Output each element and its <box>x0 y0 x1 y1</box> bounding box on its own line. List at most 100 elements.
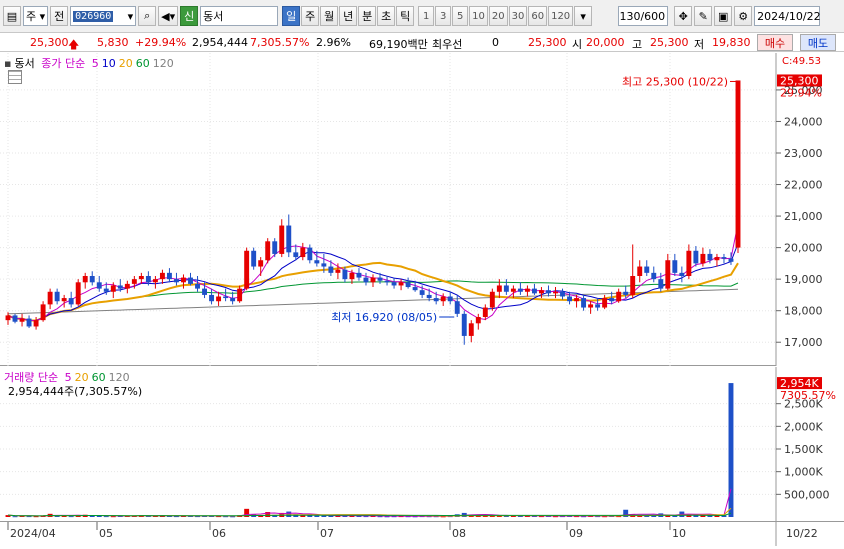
candle-body <box>728 258 734 262</box>
candle-body <box>623 291 629 295</box>
scope-button[interactable]: 전 <box>50 6 69 26</box>
candle-body <box>609 298 615 302</box>
legend-ma-120: 120 <box>152 57 174 70</box>
draw-icon[interactable]: ✎ <box>694 6 713 26</box>
save-icon[interactable]: ▣ <box>714 6 733 26</box>
candle-body <box>419 290 425 295</box>
code-input[interactable]: 026960 ▾ <box>70 6 137 26</box>
buy-button[interactable]: 매수 <box>757 34 793 51</box>
candle-body <box>110 285 116 292</box>
time-label: 08 <box>452 527 466 540</box>
candle-body <box>574 298 580 302</box>
price-tick-label: 20,000 <box>784 242 823 255</box>
period-tab-1[interactable]: 주 <box>301 6 320 26</box>
time-label: 05 <box>99 527 113 540</box>
candle-body <box>517 288 523 292</box>
period-tab-6[interactable]: 틱 <box>396 6 415 26</box>
count-value: 130 <box>619 9 641 23</box>
candle-body <box>307 247 313 261</box>
market-select[interactable]: 주 ▾ <box>23 6 49 26</box>
legend-ma-20: 20 <box>118 57 133 70</box>
period-tab-2[interactable]: 월 <box>320 6 339 26</box>
low-value: 19,830 <box>712 36 751 49</box>
time-label: 07 <box>320 527 334 540</box>
toolbar: ▤ 주 ▾ 전 026960 ▾ ⌕ ◀▾ 신 동서 일주월년분초틱 1 3 5 10 2… <box>0 0 844 33</box>
period-tab-0[interactable]: 일 <box>282 6 301 26</box>
candle-body <box>496 285 502 292</box>
candle-body <box>581 298 587 308</box>
candle-body <box>209 294 215 302</box>
sell-button[interactable]: 매도 <box>800 34 836 51</box>
price-panel[interactable]: 25,000 24,000 23,000 22,000 21,000 20,000 19,0… <box>0 53 844 366</box>
minute-button-20[interactable]: 20 <box>488 6 508 26</box>
search-icon[interactable]: ⌕ <box>138 6 157 26</box>
candle-body <box>5 315 11 321</box>
minute-button-120[interactable]: 120 <box>548 6 574 26</box>
period-tab-3[interactable]: 년 <box>339 6 358 26</box>
volume-bar <box>110 516 116 518</box>
count-total: /600 <box>640 9 666 23</box>
candle-body <box>616 291 622 302</box>
tools-icon[interactable]: ✥ <box>674 6 693 26</box>
candle-body <box>103 288 109 292</box>
vol-ma5-line <box>7 488 732 517</box>
time-label: 2024/04 <box>10 527 56 540</box>
candle-body <box>447 296 453 302</box>
layout-icon[interactable]: ▤ <box>3 6 21 26</box>
volume-value-label: 2,954,444주(7,305.57%) <box>8 385 143 398</box>
vol-tick-label: 1,500K <box>784 443 823 456</box>
volume-panel[interactable]: 2,500K 2,000K 1,500K 1,000K 500,000 2,954K 730… <box>0 367 844 521</box>
candle-body <box>349 272 355 280</box>
grid-icon[interactable] <box>8 70 22 84</box>
vol-tick-label: 1,000K <box>784 466 823 479</box>
time-right-label: 10/22 <box>786 527 818 540</box>
price-tick-label: 23,000 <box>784 147 823 160</box>
candle-body <box>138 276 144 280</box>
candle-body <box>181 277 186 283</box>
candle-body <box>363 277 369 283</box>
candle-body <box>223 296 229 299</box>
candle-body <box>216 296 222 302</box>
legend-label: 종가 단순 <box>41 57 86 70</box>
time-label: 09 <box>569 527 583 540</box>
new-badge: 신 <box>180 6 199 26</box>
candle-body <box>553 291 558 294</box>
candle-body <box>672 260 678 273</box>
candle-body <box>595 304 601 308</box>
minute-button-60[interactable]: 60 <box>528 6 548 26</box>
candle-body <box>412 287 418 291</box>
volume-bar <box>12 516 18 518</box>
high-value: 25,300 <box>650 36 689 49</box>
turnover: 2.96% <box>316 36 351 49</box>
period-tab-4[interactable]: 분 <box>358 6 377 26</box>
minute-button-1[interactable]: 1 <box>418 6 435 26</box>
minute-button-10[interactable]: 10 <box>469 6 488 26</box>
legend-ma-5: 5 <box>91 57 99 70</box>
candle-body <box>61 298 67 302</box>
candle-body <box>644 266 650 273</box>
minute-button-3[interactable]: 3 <box>435 6 452 26</box>
volume-bar <box>96 515 102 517</box>
candle-body <box>286 225 292 253</box>
vol-current-pct: 7305.57% <box>780 389 836 402</box>
period-tab-5[interactable]: 초 <box>377 6 396 26</box>
candle-body <box>321 263 327 267</box>
stock-name-field[interactable]: 동서 <box>200 6 279 26</box>
candle-body <box>693 250 699 264</box>
price-tick-label: 21,000 <box>784 210 823 223</box>
amount: 69,190백만 <box>369 38 428 51</box>
sound-icon[interactable]: ◀▾ <box>158 6 179 26</box>
candle-body <box>195 283 200 289</box>
candle-body <box>721 257 727 259</box>
candle-body <box>19 318 25 322</box>
price-chart[interactable]: 25,00024,00023,00022,00021,00020,00019,0… <box>0 53 844 366</box>
candle-body <box>546 290 551 294</box>
minute-button-5[interactable]: 5 <box>452 6 469 26</box>
gear-icon[interactable]: ⚙ <box>734 6 753 26</box>
time-label: 10 <box>672 527 686 540</box>
count-field[interactable]: 130/600 <box>618 6 669 26</box>
minute-dropdown-icon[interactable]: ▾ <box>574 6 593 26</box>
date-field[interactable]: 2024/10/22 <box>754 6 821 26</box>
minute-button-30[interactable]: 30 <box>508 6 528 26</box>
candle-body <box>300 247 306 258</box>
